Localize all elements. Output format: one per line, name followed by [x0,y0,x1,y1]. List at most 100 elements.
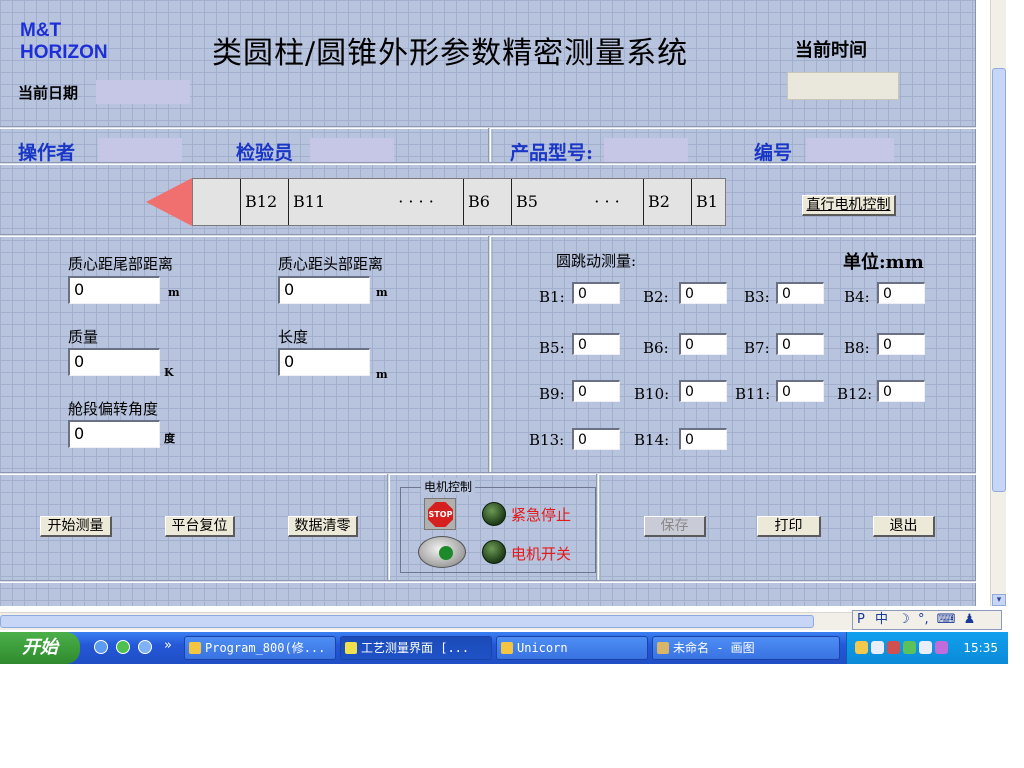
tray-misc-icon[interactable] [935,641,948,654]
ime-punct-icon[interactable]: °, [918,612,929,627]
runout-label-b2: B2: [643,288,669,306]
print-button[interactable]: 打印 [757,516,821,537]
labview-icon [345,642,357,654]
deflection-angle-label: 舱段偏转角度 [68,400,159,418]
horizontal-scrollbar[interactable] [0,612,852,630]
inspector-field[interactable] [310,138,394,162]
start-button[interactable]: 开始 [0,632,80,664]
tail-distance-unit: m [168,286,180,299]
bar-cell-b12: B12 [240,179,288,225]
runout-input-b13[interactable]: 0 [572,428,620,450]
length-input[interactable]: 0 [278,348,370,376]
ime-toolbar[interactable]: P 中 ☽ °, ⌨ ♟ [852,610,1002,630]
position-bar: B12 B11 · · · · B6 B5 · · · B2 B1 [192,178,726,226]
page-title: 类圆柱/圆锥外形参数精密测量系统 [212,36,689,71]
emergency-stop-button[interactable]: STOP [424,498,456,530]
tail-distance-label: 质心距尾部距离 [68,255,174,273]
exit-button[interactable]: 退出 [873,516,935,537]
front-panel: M&T HORIZON 类圆柱/圆锥外形参数精密测量系统 当前日期 当前时间 操… [0,0,976,606]
start-measure-button[interactable]: 开始测量 [40,516,112,537]
quicklaunch-more-icon[interactable]: » [164,638,172,653]
tray-volume-icon[interactable] [919,641,932,654]
runout-input-b4[interactable]: 0 [877,282,925,304]
data-clear-button[interactable]: 数据清零 [288,516,358,537]
runout-label-b5: B5: [539,339,565,357]
quicklaunch-ie-icon[interactable] [94,640,108,654]
serial-field[interactable] [806,138,894,162]
ime-mode-icon[interactable]: P [857,612,865,627]
runout-input-b11[interactable]: 0 [776,380,824,402]
bar-cell-b2: B2 [643,179,691,225]
head-distance-input[interactable]: 0 [278,276,370,304]
date-label: 当前日期 [18,84,79,102]
ime-user-icon[interactable]: ♟ [964,612,976,627]
runout-input-b9[interactable]: 0 [572,380,620,402]
runout-input-b14[interactable]: 0 [679,428,727,450]
runout-label-b12: B12: [837,385,873,403]
divider-params-bottom [0,472,976,475]
runout-input-b10[interactable]: 0 [679,380,727,402]
vertical-scroll-thumb[interactable] [992,68,1006,492]
runout-input-b6[interactable]: 0 [679,333,727,355]
task-measurement-interface[interactable]: 工艺测量界面 [... [340,636,492,660]
task-paint[interactable]: 未命名 - 画图 [652,636,840,660]
date-display [96,80,190,104]
runout-label-b3: B3: [744,288,770,306]
system-tray: 15:35 [846,632,1008,664]
linear-motor-control-button[interactable]: 直行电机控制 [802,195,896,216]
runout-unit-label: 单位:mm [843,252,924,273]
motor-switch-toggle[interactable] [418,536,466,568]
tray-network-icon[interactable] [871,641,884,654]
ime-keyboard-icon[interactable]: ⌨ [937,612,956,627]
deflection-angle-unit: 度 [164,432,175,445]
runout-input-b8[interactable]: 0 [877,333,925,355]
tray-qq-icon[interactable] [855,641,868,654]
runout-label-b4: B4: [844,288,870,306]
head-distance-unit: m [376,286,388,299]
time-label: 当前时间 [795,40,867,61]
runout-input-b3[interactable]: 0 [776,282,824,304]
ime-moon-icon[interactable]: ☽ [898,612,910,627]
quicklaunch-browser-icon[interactable] [116,640,130,654]
deflection-angle-input[interactable]: 0 [68,420,160,448]
runout-input-b2[interactable]: 0 [679,282,727,304]
stop-sign-icon: STOP [428,502,453,527]
platform-reset-button[interactable]: 平台复位 [165,516,235,537]
mass-input[interactable]: 0 [68,348,160,376]
ime-language-label[interactable]: 中 [875,612,888,627]
divider-actions-bottom [0,580,976,583]
bar-cell-b6: B6 [463,179,511,225]
direction-arrow-icon [146,178,192,226]
divider-actions-right [596,474,599,582]
taskbar-clock[interactable]: 15:35 [963,632,998,664]
vertical-scrollbar[interactable]: ▾ [990,0,1006,606]
task-program-800[interactable]: Program_800(修... [184,636,336,660]
bar-cell-b11: B11 [288,179,368,225]
tray-security-icon[interactable] [887,641,900,654]
task-unicorn[interactable]: Unicorn [496,636,648,660]
serial-label: 编号 [754,142,793,164]
task-label: 未命名 - 画图 [673,641,755,655]
mass-label: 质量 [68,328,99,346]
horizontal-scroll-thumb[interactable] [0,615,814,628]
divider-params [488,236,491,472]
product-model-field[interactable] [604,138,688,162]
runout-input-b5[interactable]: 0 [572,333,620,355]
runout-input-b1[interactable]: 0 [572,282,620,304]
tray-connection-icon[interactable] [903,641,916,654]
logo-line1: M&T [20,20,62,41]
bar-cell-b1: B1 [691,179,725,225]
runout-label-b14: B14: [634,431,670,449]
scroll-down-icon[interactable]: ▾ [992,594,1006,606]
tail-distance-input[interactable]: 0 [68,276,160,304]
save-button[interactable]: 保存 [644,516,706,537]
runout-label-b13: B13: [529,431,565,449]
quicklaunch-explorer-icon[interactable] [138,640,152,654]
product-model-label: 产品型号: [510,142,594,164]
runout-label-b8: B8: [844,339,870,357]
runout-input-b7[interactable]: 0 [776,333,824,355]
runout-input-b12[interactable]: 0 [877,380,925,402]
runout-label-b7: B7: [744,339,770,357]
operator-field[interactable] [98,138,182,162]
task-label: Unicorn [517,641,568,655]
